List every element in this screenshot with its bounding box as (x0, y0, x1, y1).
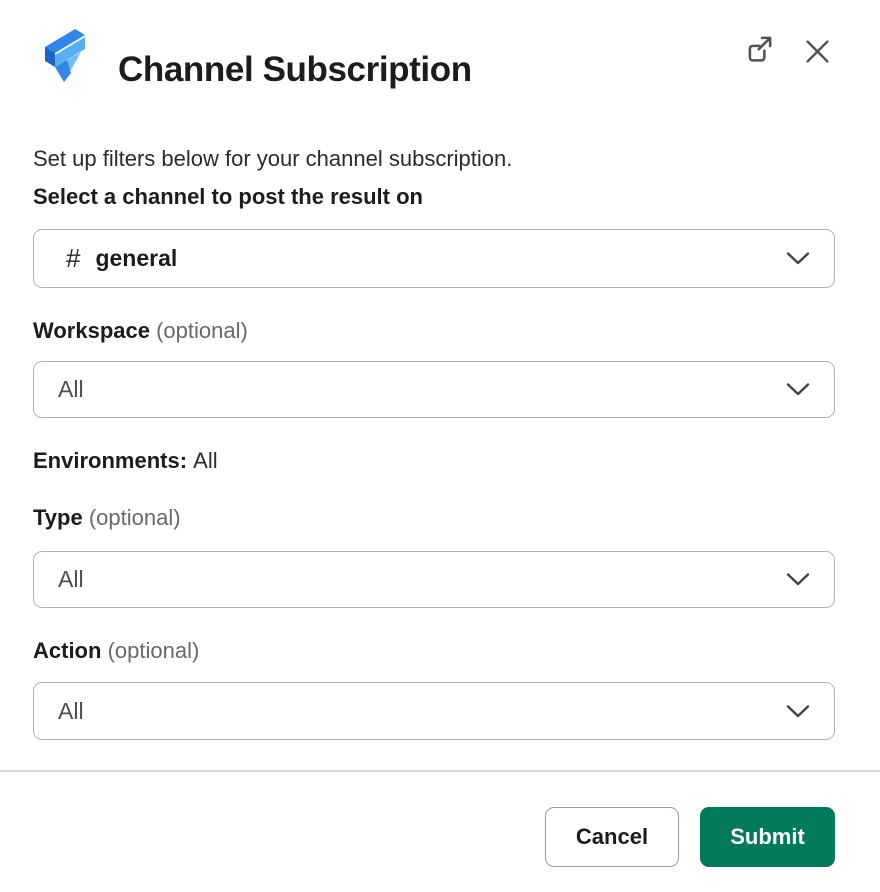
close-button[interactable] (800, 34, 834, 68)
workspace-select-value: All (58, 376, 84, 403)
external-link-icon (744, 34, 774, 64)
app-logo-icon (37, 21, 89, 83)
channel-select[interactable]: # general (33, 229, 835, 288)
type-select[interactable]: All (33, 551, 835, 608)
action-select[interactable]: All (33, 682, 835, 740)
cancel-button[interactable]: Cancel (545, 807, 679, 867)
close-icon (804, 38, 831, 65)
channel-subscription-modal: Channel Subscription Set up filters belo… (0, 0, 880, 892)
intro-text: Set up filters below for your channel su… (33, 143, 512, 175)
open-external-button[interactable] (742, 32, 776, 66)
action-select-value: All (58, 698, 84, 725)
type-field-label: Type (optional) (33, 503, 181, 533)
environments-line: Environments: All (33, 446, 218, 476)
channel-field-label: Select a channel to post the result on (33, 182, 423, 212)
submit-button[interactable]: Submit (700, 807, 835, 867)
action-optional-tag: (optional) (108, 638, 200, 663)
environments-value: All (193, 448, 217, 473)
workspace-select[interactable]: All (33, 361, 835, 418)
chevron-down-icon (786, 251, 810, 266)
page-title: Channel Subscription (118, 49, 472, 91)
chevron-down-icon (786, 572, 810, 587)
workspace-optional-tag: (optional) (156, 318, 248, 343)
action-field-label: Action (optional) (33, 636, 199, 666)
workspace-field-label: Workspace (optional) (33, 316, 248, 346)
type-select-value: All (58, 566, 84, 593)
chevron-down-icon (786, 704, 810, 719)
footer-divider (0, 770, 880, 772)
channel-select-value: general (95, 245, 177, 272)
chevron-down-icon (786, 382, 810, 397)
channel-hash-icon: # (66, 243, 80, 274)
environments-label: Environments: (33, 448, 187, 473)
type-optional-tag: (optional) (89, 505, 181, 530)
